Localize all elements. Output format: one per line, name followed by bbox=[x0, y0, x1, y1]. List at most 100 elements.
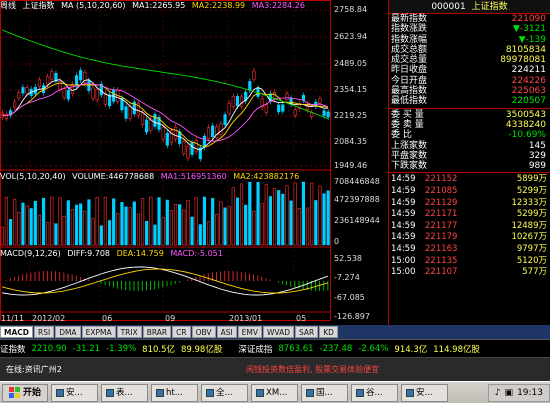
trade-row[interactable]: 14:59 221152 5899万 bbox=[389, 174, 550, 186]
window-icon bbox=[406, 388, 415, 397]
trade-time: 14:59 bbox=[391, 197, 416, 208]
taskbar-window-button[interactable]: 安... bbox=[51, 383, 99, 402]
tab-trix[interactable]: TRIX bbox=[116, 326, 142, 338]
volume-bar bbox=[0, 226, 4, 246]
volume-bar bbox=[103, 196, 108, 246]
tab-wvad[interactable]: WVAD bbox=[263, 326, 294, 338]
candle-body bbox=[194, 140, 198, 153]
candle-body bbox=[46, 76, 50, 85]
macd-value: -5.051 bbox=[197, 249, 223, 258]
taskbar-window-button[interactable]: 谷... bbox=[351, 383, 399, 402]
trade-row[interactable]: 15:00 221107 577万 bbox=[389, 267, 550, 279]
quote-row-value: -10.69% bbox=[508, 130, 546, 141]
diff-label: DIFF: bbox=[67, 249, 88, 258]
window-title: ht... bbox=[166, 387, 183, 398]
volume-bar bbox=[293, 182, 297, 246]
taskbar-window-button[interactable]: 表... bbox=[101, 383, 149, 402]
ticker-sh-value: 2210.90 bbox=[31, 343, 67, 354]
quote-row: 委 买 量 3500543 bbox=[389, 110, 550, 120]
quote-row: 指数涨跌 ▼-3121 bbox=[389, 24, 550, 34]
vol-ma2-label: MA2: bbox=[233, 172, 254, 181]
volume-bar bbox=[83, 210, 87, 246]
tab-macd[interactable]: MACD bbox=[0, 326, 33, 338]
system-tray[interactable]: ♪ ▣ 19:13 bbox=[487, 383, 550, 402]
volume-bar bbox=[161, 217, 165, 246]
window-icon bbox=[106, 388, 115, 397]
trade-row[interactable]: 14:59 221163 9797万 bbox=[389, 244, 550, 256]
trade-row[interactable]: 14:59 221171 5299万 bbox=[389, 209, 550, 221]
candle-body bbox=[252, 70, 256, 80]
tab-asi[interactable]: ASI bbox=[216, 326, 237, 338]
taskbar-window-button[interactable]: ht... bbox=[151, 383, 199, 402]
quote-name: 上证指数 bbox=[471, 2, 508, 12]
tab-kd[interactable]: KD bbox=[319, 326, 338, 338]
tab-obv[interactable]: OBV bbox=[191, 326, 216, 338]
taskbar-window-button[interactable]: XM... bbox=[251, 383, 299, 402]
windows-logo-icon bbox=[9, 387, 20, 398]
tab-emv[interactable]: EMV bbox=[237, 326, 263, 338]
volume-panel-header: VOL(5,10,20,40) VOLUME:446778688 MA1:516… bbox=[0, 171, 303, 182]
ticker-sz-pct: -2.64% bbox=[358, 343, 389, 354]
candle-body bbox=[91, 87, 95, 99]
task-buttons: 安... 表... ht... 全... XM... 国... 谷... 安... bbox=[48, 383, 449, 402]
tab-rsi[interactable]: RSI bbox=[34, 326, 55, 338]
macd-axis-label: -126.897 bbox=[334, 312, 370, 321]
ad-banner[interactable]: 闲钱投资数倍盈利, 股票交易体验便宜 bbox=[246, 364, 379, 375]
taskbar-window-button[interactable]: 全... bbox=[201, 383, 249, 402]
tab-cr[interactable]: CR bbox=[172, 326, 191, 338]
volume-bar bbox=[165, 199, 169, 246]
volume-icon[interactable]: ♪ bbox=[495, 388, 501, 398]
trade-row[interactable]: 14:59 221179 10267万 bbox=[389, 232, 550, 244]
quote-row-value: 225063 bbox=[511, 86, 546, 97]
volume-bar bbox=[215, 214, 219, 246]
ticker-sh-amount: 810.5亿 bbox=[142, 344, 175, 355]
trade-row[interactable]: 15:00 221135 5120万 bbox=[389, 256, 550, 268]
volume-bar bbox=[116, 212, 120, 246]
candle-body bbox=[145, 119, 149, 133]
ticker-sz-value: 8763.61 bbox=[278, 343, 314, 354]
trade-price: 221163 bbox=[425, 244, 458, 255]
tab-dma[interactable]: DMA bbox=[55, 326, 81, 338]
trade-list[interactable]: 14:59 221152 5899万 14:59 221085 5299万 14:59 221… bbox=[389, 174, 550, 278]
trade-price: 221085 bbox=[425, 186, 458, 197]
volume-bar bbox=[70, 209, 75, 246]
volume-bar bbox=[211, 198, 215, 246]
window-title: 安... bbox=[66, 387, 83, 398]
quote-row-value: 8105834 bbox=[505, 44, 546, 55]
trade-row[interactable]: 14:59 221177 12489万 bbox=[389, 221, 550, 233]
trade-row[interactable]: 14:59 221129 12333万 bbox=[389, 198, 550, 210]
dea-label: DEA: bbox=[116, 249, 136, 258]
taskbar-window-button[interactable]: 安... bbox=[401, 383, 449, 402]
volume-bar bbox=[140, 198, 145, 246]
start-button[interactable]: 开始 bbox=[2, 383, 49, 402]
volume-bar bbox=[4, 196, 9, 246]
volume-bar bbox=[112, 198, 116, 246]
quote-row-label: 委 卖 量 bbox=[391, 119, 424, 130]
candle-body bbox=[4, 113, 9, 119]
volume-axis-label: 0 bbox=[334, 237, 340, 246]
trade-row[interactable]: 14:59 221085 5299万 bbox=[389, 186, 550, 198]
tab-brar[interactable]: BRAR bbox=[142, 326, 172, 338]
trade-price: 221152 bbox=[425, 174, 458, 185]
ticker-sh-change: -31.21 bbox=[72, 343, 101, 354]
price-axis-label: 2354.15 bbox=[334, 85, 368, 94]
macd-label: MACD: bbox=[170, 249, 198, 258]
dea-value: 14.759 bbox=[135, 249, 164, 258]
quote-row: 委 卖 量 4338240 bbox=[389, 120, 550, 130]
candle-body bbox=[219, 123, 223, 135]
tab-expma[interactable]: EXPMA bbox=[81, 326, 116, 338]
candle-body bbox=[206, 127, 211, 139]
quote-row: 上涨家数 145 bbox=[389, 141, 550, 151]
network-icon[interactable]: ▣ bbox=[505, 388, 514, 398]
volume-bar bbox=[149, 196, 153, 246]
quote-row-value: ▼-139 bbox=[518, 34, 546, 45]
chart-area[interactable]: 周线 上证指数 MA (5,10,20,60) MA1:2265.95 MA2:… bbox=[0, 0, 388, 325]
ticker-sh-vol: 89.98亿股 bbox=[181, 344, 223, 355]
taskbar-window-button[interactable]: 国... bbox=[301, 383, 349, 402]
tab-sar[interactable]: SAR bbox=[295, 326, 319, 338]
trade-volume: 577万 bbox=[522, 267, 547, 278]
stock-chart[interactable] bbox=[0, 0, 388, 325]
candle-body bbox=[277, 104, 281, 113]
chart-frame bbox=[0, 0, 331, 321]
volume-bar bbox=[272, 188, 277, 246]
